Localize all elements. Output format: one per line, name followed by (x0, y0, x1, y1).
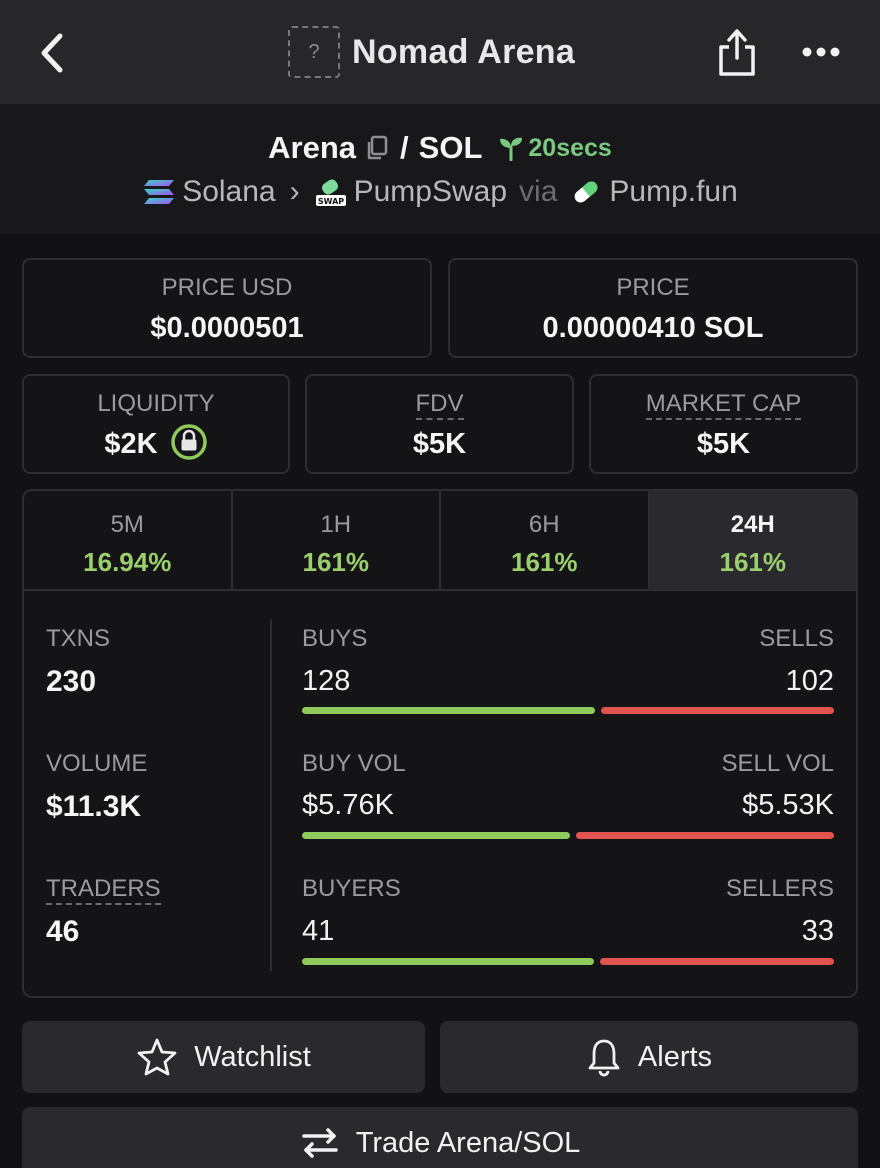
sells-value: 102 (785, 665, 834, 697)
txns-label: TXNS (46, 625, 111, 652)
top-bar: ? Nomad Arena (0, 0, 880, 104)
stats-divider (270, 619, 272, 971)
tab-change-value: 161% (511, 547, 578, 577)
price-usd-card: PRICE USD $0.0000501 (22, 258, 432, 358)
buyers-value: 41 (302, 915, 335, 947)
watchlist-button[interactable]: Watchlist (22, 1021, 425, 1093)
traders-label[interactable]: TRADERS (46, 875, 161, 905)
chevron-right-icon: › (289, 175, 300, 208)
lock-icon[interactable] (170, 423, 208, 461)
chain-name[interactable]: Solana (182, 175, 275, 209)
tab-24h[interactable]: 24H 161% (649, 491, 856, 589)
sell-vol-label: SELL VOL (721, 750, 834, 777)
price-usd-label: PRICE USD (161, 274, 293, 301)
liquidity-value-row: $2K (24, 424, 288, 461)
stats-panel: 5M 16.94% 1H 161% 6H 161% 24H 161% TXNS … (22, 489, 858, 998)
market-cap-label[interactable]: MARKET CAP (645, 390, 802, 420)
title-group: ? Nomad Arena (288, 25, 575, 79)
page-title: Nomad Arena (352, 32, 576, 71)
tab-change-value: 16.94% (83, 547, 172, 577)
price-usd-value: $0.0000501 (150, 312, 304, 344)
market-cap-label-wrap: MARKET CAP (591, 390, 856, 420)
tab-label: 24H (730, 511, 775, 538)
sellers-value: 33 (801, 915, 834, 947)
solana-logo-icon (144, 180, 175, 204)
fdv-label-wrap: FDV (307, 390, 572, 420)
buys-bar (302, 707, 595, 714)
chain-breadcrumb: Solana › SWAP PumpSwap via Pump.fun (0, 168, 880, 216)
liquidity-label: LIQUIDITY (97, 390, 215, 417)
fdv-card: FDV $5K (305, 374, 574, 474)
tab-change-value: 161% (719, 547, 787, 577)
more-options-icon[interactable] (796, 32, 846, 72)
sells-bar (600, 707, 834, 714)
tab-1h[interactable]: 1H 161% (233, 491, 441, 589)
tab-6h[interactable]: 6H 161% (441, 491, 650, 589)
fdv-label[interactable]: FDV (415, 390, 464, 420)
trade-button[interactable]: Trade Arena/SOL (22, 1107, 858, 1168)
price-native-card: PRICE 0.00000410 SOL (448, 258, 858, 358)
buy-vol-label: BUY VOL (302, 750, 406, 777)
bell-icon (588, 1039, 620, 1077)
txns-value: 230 (46, 665, 97, 698)
tab-label: 1H (320, 511, 352, 538)
star-icon (137, 1038, 177, 1076)
traders-value: 46 (46, 915, 80, 948)
tab-label: 6H (528, 511, 560, 538)
fdv-value: $5K (412, 428, 467, 460)
price-native-label: PRICE (616, 274, 690, 301)
buys-label: BUYS (302, 625, 368, 652)
tab-5m[interactable]: 5M 16.94% (24, 491, 233, 589)
pumpswap-logo-icon: SWAP (315, 179, 346, 206)
sellers-label: SELLERS (725, 875, 834, 902)
volume-label: VOLUME (46, 750, 148, 777)
buys-value: 128 (302, 665, 351, 697)
pair-separator: / (400, 130, 409, 165)
launchpad-name[interactable]: Pump.fun (609, 175, 737, 209)
traders-label-wrap: TRADERS (46, 875, 161, 905)
watchlist-label: Watchlist (194, 1040, 311, 1073)
buy-vol-value: $5.76K (302, 789, 394, 821)
liquidity-card: LIQUIDITY $2K (22, 374, 290, 474)
buy-vol-bar (302, 832, 571, 839)
trade-label: Trade Arena/SOL (355, 1126, 581, 1159)
market-cap-card: MARKET CAP $5K (589, 374, 858, 474)
dex-name[interactable]: PumpSwap (354, 175, 507, 209)
sell-vol-value: $5.53K (742, 789, 834, 821)
via-label: via (519, 175, 558, 208)
liquidity-value: $2K (104, 428, 158, 460)
swap-arrows-icon (301, 1128, 338, 1158)
alerts-button[interactable]: Alerts (440, 1021, 858, 1093)
buyers-bar (302, 958, 594, 965)
pumpfun-pill-icon (575, 181, 598, 203)
token-image-placeholder: ? (288, 26, 340, 78)
share-icon[interactable] (714, 26, 760, 78)
copy-icon[interactable] (364, 134, 390, 162)
volume-value: $11.3K (46, 790, 142, 823)
tab-change-value: 161% (302, 547, 370, 577)
pair-age: 20secs (528, 133, 612, 162)
timeframe-tabs: 5M 16.94% 1H 161% 6H 161% 24H 161% (24, 491, 856, 591)
market-cap-value: $5K (696, 428, 751, 460)
alerts-label: Alerts (637, 1040, 713, 1073)
sells-label: SELLS (759, 625, 834, 652)
sellers-bar (599, 958, 834, 965)
pair-quote-symbol: SOL (418, 130, 483, 165)
sprout-icon (500, 137, 523, 161)
pair-base-symbol: Arena (268, 130, 357, 165)
price-native-value: 0.00000410 SOL (542, 312, 764, 344)
svg-text:SWAP: SWAP (317, 197, 343, 206)
buyers-label: BUYERS (302, 875, 401, 902)
tab-label: 5M (110, 511, 144, 538)
back-arrow-icon[interactable] (30, 28, 76, 78)
sell-vol-bar (576, 832, 834, 839)
pair-row: Arena / SOL 20secs (0, 126, 880, 170)
